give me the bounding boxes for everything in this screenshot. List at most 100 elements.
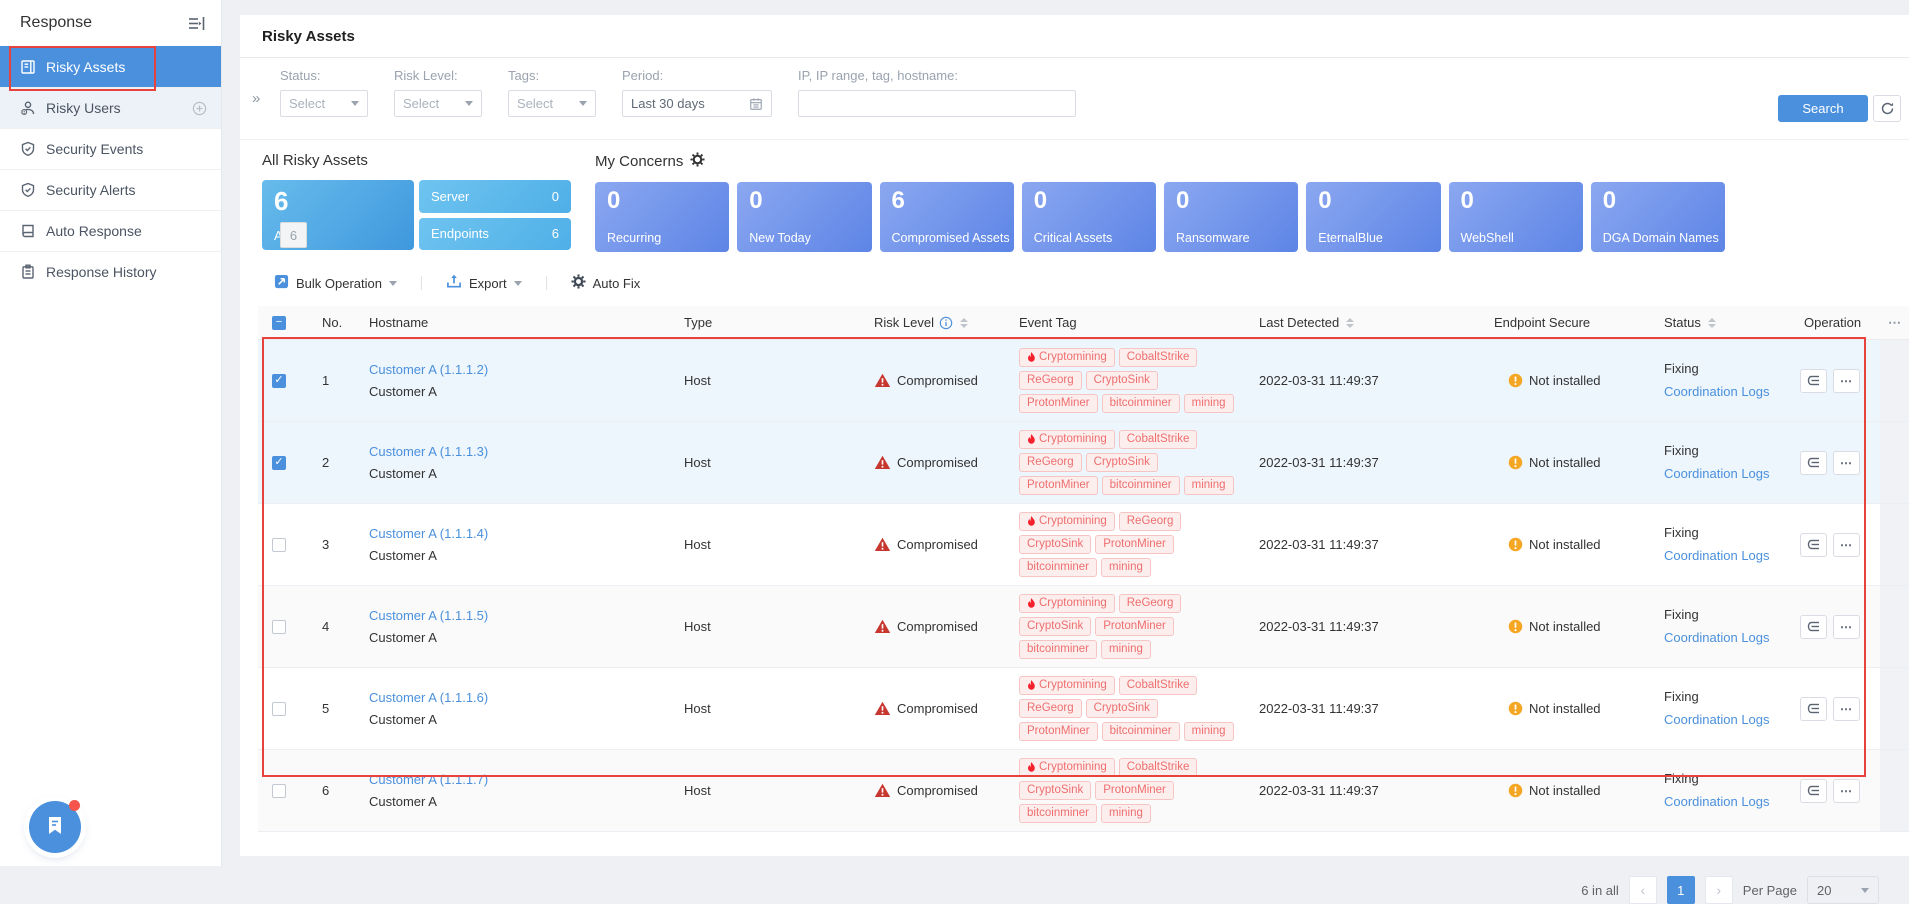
quarantine-button[interactable] [1800,451,1827,475]
row-checkbox[interactable]: ✓ [272,456,286,470]
collapse-sidebar-icon[interactable] [188,16,205,31]
event-tag[interactable]: CryptoSink [1086,371,1158,390]
coordination-logs-link[interactable]: Coordination Logs [1664,791,1782,813]
event-tag[interactable]: ProtonMiner [1019,476,1098,495]
hostname-link[interactable]: Customer A (1.1.1.6) [369,687,662,708]
event-tag[interactable]: ReGeorg [1019,371,1082,390]
event-tag[interactable]: Cryptomining [1019,758,1115,777]
event-tag[interactable]: ProtonMiner [1019,394,1098,413]
card-critical-assets[interactable]: 0 Critical Assets [1022,182,1156,252]
event-tag[interactable]: mining [1101,558,1151,577]
card-eternalblue[interactable]: 0 EternalBlue [1306,182,1440,252]
event-tag[interactable]: mining [1101,640,1151,659]
row-checkbox[interactable] [272,702,286,716]
search-button[interactable]: Search [1778,95,1868,122]
risk-level-select[interactable]: Select [394,90,482,117]
event-tag[interactable]: CryptoSink [1086,699,1158,718]
more-actions-button[interactable]: ⋯ [1833,697,1860,721]
coordination-logs-link[interactable]: Coordination Logs [1664,463,1782,485]
current-page-button[interactable]: 1 [1667,876,1695,904]
event-tag[interactable]: CryptoSink [1019,535,1091,554]
status-select[interactable]: Select [280,90,368,117]
sort-icon[interactable] [1346,318,1354,328]
event-tag[interactable]: mining [1184,394,1234,413]
sidebar-item-response-history[interactable]: Response History [0,251,221,292]
more-actions-button[interactable]: ⋯ [1833,451,1860,475]
period-select[interactable]: Last 30 days [622,90,772,117]
event-tag[interactable]: CobaltStrike [1119,676,1198,695]
event-tag[interactable]: ReGeorg [1119,512,1182,531]
expand-filter-icon[interactable]: » [252,90,260,107]
add-icon[interactable] [192,101,207,116]
card-new-today[interactable]: 0 New Today [737,182,871,252]
quarantine-button[interactable] [1800,533,1827,557]
event-tag[interactable]: bitcoinminer [1102,722,1180,741]
card-recurring[interactable]: 0 Recurring [595,182,729,252]
quarantine-button[interactable] [1800,697,1827,721]
event-tag[interactable]: bitcoinminer [1019,804,1097,823]
event-tag[interactable]: ProtonMiner [1095,617,1174,636]
sidebar-item-auto-response[interactable]: Auto Response [0,210,221,251]
more-actions-button[interactable]: ⋯ [1833,615,1860,639]
sidebar-item-risky-users[interactable]: Risky Users [0,87,221,128]
card-webshell[interactable]: 0 WebShell [1449,182,1583,252]
hostname-link[interactable]: Customer A (1.1.1.3) [369,441,662,462]
more-actions-button[interactable]: ⋯ [1833,779,1860,803]
event-tag[interactable]: CryptoSink [1086,453,1158,472]
event-tag[interactable]: mining [1184,722,1234,741]
event-tag[interactable]: ReGeorg [1119,594,1182,613]
sidebar-item-security-events[interactable]: Security Events [0,128,221,169]
event-tag[interactable]: ProtonMiner [1019,722,1098,741]
next-page-button[interactable]: › [1705,876,1733,904]
event-tag[interactable]: CobaltStrike [1119,758,1198,777]
event-tag[interactable]: bitcoinminer [1102,476,1180,495]
concerns-settings-gear-icon[interactable] [690,152,705,171]
card-ransomware[interactable]: 0 Ransomware [1164,182,1298,252]
column-settings-button[interactable]: ⋯ [1880,306,1909,339]
floating-action-button[interactable] [29,801,81,853]
row-checkbox[interactable] [272,538,286,552]
card-dga-domain-names[interactable]: 0 DGA Domain Names [1591,182,1725,252]
coordination-logs-link[interactable]: Coordination Logs [1664,709,1782,731]
card-endpoints[interactable]: Endpoints 6 [419,218,571,251]
row-checkbox[interactable] [272,620,286,634]
auto-fix-button[interactable]: Auto Fix [571,274,641,292]
prev-page-button[interactable]: ‹ [1629,876,1657,904]
select-all-checkbox[interactable]: − [272,316,286,330]
event-tag[interactable]: CobaltStrike [1119,348,1198,367]
event-tag[interactable]: mining [1101,804,1151,823]
export-button[interactable]: Export [446,274,522,292]
per-page-select[interactable]: 20 [1807,876,1879,904]
event-tag[interactable]: ReGeorg [1019,699,1082,718]
quarantine-button[interactable] [1800,779,1827,803]
hostname-link[interactable]: Customer A (1.1.1.2) [369,359,662,380]
event-tag[interactable]: Cryptomining [1019,348,1115,367]
sort-icon[interactable] [1708,318,1716,328]
hostname-link[interactable]: Customer A (1.1.1.4) [369,523,662,544]
event-tag[interactable]: bitcoinminer [1102,394,1180,413]
row-checkbox[interactable]: ✓ [272,374,286,388]
event-tag[interactable]: Cryptomining [1019,594,1115,613]
hostname-link[interactable]: Customer A (1.1.1.7) [369,769,662,790]
event-tag[interactable]: CryptoSink [1019,617,1091,636]
coordination-logs-link[interactable]: Coordination Logs [1664,627,1782,649]
more-actions-button[interactable]: ⋯ [1833,369,1860,393]
event-tag[interactable]: Cryptomining [1019,512,1115,531]
event-tag[interactable]: ProtonMiner [1095,535,1174,554]
info-icon[interactable] [939,316,953,330]
event-tag[interactable]: CryptoSink [1019,781,1091,800]
ip-search-input[interactable] [807,96,1067,111]
event-tag[interactable]: ProtonMiner [1095,781,1174,800]
event-tag[interactable]: bitcoinminer [1019,640,1097,659]
card-compromised-assets[interactable]: 6 Compromised Assets [880,182,1014,252]
coordination-logs-link[interactable]: Coordination Logs [1664,381,1782,403]
sidebar-item-security-alerts[interactable]: Security Alerts [0,169,221,210]
sort-icon[interactable] [960,318,968,328]
event-tag[interactable]: mining [1184,476,1234,495]
coordination-logs-link[interactable]: Coordination Logs [1664,545,1782,567]
card-server[interactable]: Server 0 [419,180,571,213]
quarantine-button[interactable] [1800,369,1827,393]
refresh-button[interactable] [1873,95,1901,122]
more-actions-button[interactable]: ⋯ [1833,533,1860,557]
tags-select[interactable]: Select [508,90,596,117]
